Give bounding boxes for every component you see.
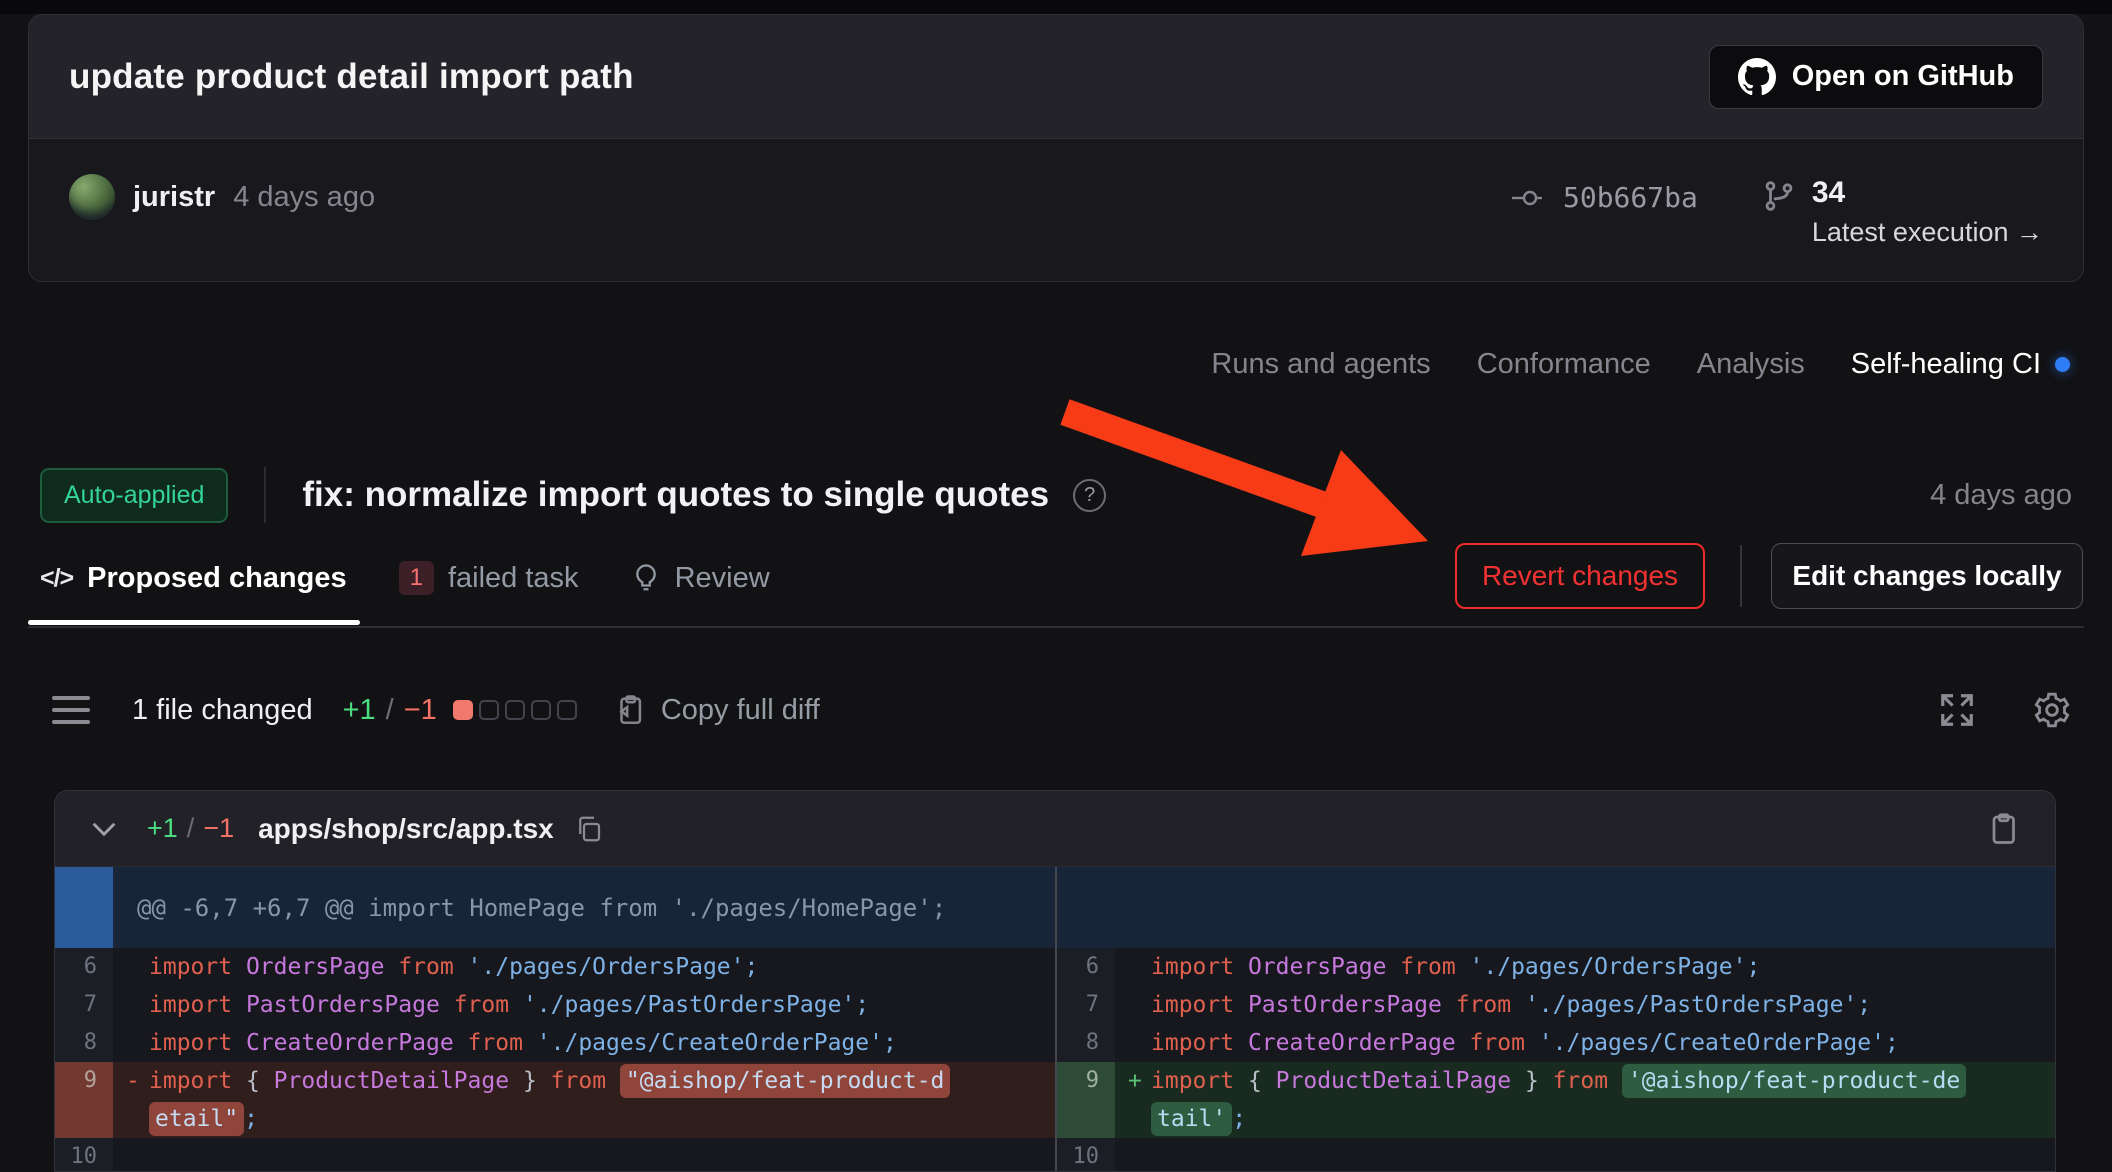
page-title: update product detail import path bbox=[69, 57, 634, 97]
divider bbox=[1740, 545, 1742, 607]
line-number: 9 bbox=[55, 1062, 113, 1138]
hunk-header-row bbox=[1057, 867, 2055, 948]
diff-panel-after: 6import OrdersPage from './pages/OrdersP… bbox=[1055, 867, 2055, 1172]
copy-path-icon[interactable] bbox=[574, 814, 604, 844]
clipboard-icon bbox=[613, 693, 647, 727]
nav-item-runs-and-agents[interactable]: Runs and agents bbox=[1211, 348, 1430, 381]
git-branch-icon bbox=[1762, 179, 1796, 213]
line-number: 8 bbox=[55, 1024, 113, 1062]
github-icon bbox=[1738, 58, 1776, 96]
nav-item-analysis[interactable]: Analysis bbox=[1697, 348, 1805, 381]
fix-time: 4 days ago bbox=[1930, 479, 2072, 512]
files-changed-label: 1 file changed bbox=[132, 694, 313, 727]
diff-line: 6import OrdersPage from './pages/OrdersP… bbox=[1057, 948, 2055, 986]
file-diff-header: +1 / −1 apps/shop/src/app.tsx bbox=[55, 791, 2055, 867]
commit-group[interactable]: 50b667ba bbox=[1511, 181, 1698, 214]
diff-toolbar: 1 file changed +1 / −1 Copy full diff bbox=[52, 686, 2072, 734]
fix-title: fix: normalize import quotes to single q… bbox=[302, 475, 1049, 515]
line-number: 8 bbox=[1057, 1024, 1115, 1062]
diff-line: 9-import { ProductDetailPage } from "@ai… bbox=[55, 1062, 1055, 1138]
line-number: 10 bbox=[55, 1138, 113, 1172]
header-meta-section: juristr 4 days ago 50b667ba 34 Latest ex… bbox=[29, 139, 2083, 248]
diff-stat-block bbox=[453, 700, 473, 720]
active-tab-underline bbox=[28, 620, 360, 625]
diff-line: 8import CreateOrderPage from './pages/Cr… bbox=[55, 1024, 1055, 1062]
auto-applied-badge: Auto-applied bbox=[40, 468, 228, 523]
diff-line: 10 bbox=[1057, 1138, 2055, 1172]
divider bbox=[264, 467, 266, 523]
diff-line: 9+import { ProductDetailPage } from '@ai… bbox=[1057, 1062, 2055, 1138]
failed-count-badge: 1 bbox=[399, 561, 434, 595]
copy-file-diff-icon[interactable] bbox=[1985, 811, 2021, 847]
tab-proposed-changes[interactable]: </> Proposed changes bbox=[40, 562, 347, 595]
diff-line: 6import OrdersPage from './pages/OrdersP… bbox=[55, 948, 1055, 986]
line-number: 7 bbox=[1057, 986, 1115, 1024]
hunk-header-row: @@ -6,7 +6,7 @@ import HomePage from './… bbox=[55, 867, 1055, 948]
fix-row: Auto-applied fix: normalize import quote… bbox=[40, 464, 2072, 526]
line-number: 7 bbox=[55, 986, 113, 1024]
diff-stat-block bbox=[505, 700, 525, 720]
diff-stat-block bbox=[531, 700, 551, 720]
diff-line: 7import PastOrdersPage from './pages/Pas… bbox=[55, 986, 1055, 1024]
diff-stat-blocks bbox=[453, 700, 577, 720]
execution-count: 34 bbox=[1812, 173, 2043, 213]
line-number: 6 bbox=[55, 948, 113, 986]
nav-item-self-healing-ci[interactable]: Self-healing CI bbox=[1851, 348, 2070, 381]
diff-stats: +1 / −1 bbox=[343, 694, 437, 727]
expand-icon[interactable] bbox=[1938, 691, 1976, 729]
diff-line: 7import PastOrdersPage from './pages/Pas… bbox=[1057, 986, 2055, 1024]
tab-failed-task[interactable]: 1 failed task bbox=[399, 561, 579, 595]
commit-header-card: update product detail import path Open o… bbox=[28, 14, 2084, 282]
line-number: 6 bbox=[1057, 948, 1115, 986]
author-name: juristr bbox=[133, 181, 215, 214]
line-number: 9 bbox=[1057, 1062, 1115, 1138]
latest-execution-link[interactable]: Latest execution → bbox=[1812, 217, 2043, 248]
diff-panel-before: @@ -6,7 +6,7 @@ import HomePage from './… bbox=[55, 867, 1055, 1172]
line-number: 10 bbox=[1057, 1138, 1115, 1172]
avatar[interactable] bbox=[69, 174, 115, 220]
file-path: apps/shop/src/app.tsx bbox=[258, 813, 554, 845]
authored-time: 4 days ago bbox=[233, 181, 375, 214]
execution-group: 34 Latest execution → bbox=[1762, 173, 2043, 248]
chevron-down-icon[interactable] bbox=[91, 821, 117, 837]
git-commit-icon bbox=[1511, 187, 1551, 209]
copy-full-diff-button[interactable]: Copy full diff bbox=[613, 693, 820, 727]
author-group: juristr 4 days ago bbox=[69, 173, 375, 221]
diff-stat-block bbox=[557, 700, 577, 720]
nav-item-conformance[interactable]: Conformance bbox=[1477, 348, 1651, 381]
github-button-label: Open on GitHub bbox=[1792, 60, 2014, 93]
file-diff-stats: +1 / −1 bbox=[147, 813, 234, 844]
toolbar-right-icons bbox=[1938, 690, 2072, 730]
revert-changes-button[interactable]: Revert changes bbox=[1455, 543, 1705, 609]
diff-line: 10 bbox=[55, 1138, 1055, 1172]
tabs-row: </> Proposed changes 1 failed task Revie… bbox=[40, 548, 770, 608]
header-top-section: update product detail import path Open o… bbox=[29, 15, 2083, 139]
diff-line: 8import CreateOrderPage from './pages/Cr… bbox=[1057, 1024, 2055, 1062]
gear-icon[interactable] bbox=[2032, 690, 2072, 730]
code-icon: </> bbox=[40, 564, 73, 593]
lightbulb-icon bbox=[631, 563, 661, 593]
top-nav: Runs and agents Conformance Analysis Sel… bbox=[1211, 348, 2070, 381]
help-icon[interactable]: ? bbox=[1073, 479, 1106, 512]
tabs-bottom-border bbox=[28, 626, 2084, 628]
diff-body: @@ -6,7 +6,7 @@ import HomePage from './… bbox=[55, 867, 2055, 1172]
commit-hash: 50b667ba bbox=[1563, 181, 1698, 214]
active-nav-dot bbox=[2055, 357, 2070, 372]
tab-review[interactable]: Review bbox=[631, 562, 770, 595]
arrow-right-icon: → bbox=[2016, 217, 2043, 247]
file-list-menu-icon[interactable] bbox=[52, 696, 90, 724]
top-strip bbox=[0, 0, 2112, 14]
diff-stat-block bbox=[479, 700, 499, 720]
open-on-github-button[interactable]: Open on GitHub bbox=[1709, 45, 2043, 109]
file-diff-card: +1 / −1 apps/shop/src/app.tsx @@ -6,7 +6… bbox=[54, 790, 2056, 1172]
edit-changes-locally-button[interactable]: Edit changes locally bbox=[1771, 543, 2083, 609]
meta-group: 50b667ba 34 Latest execution → bbox=[1511, 173, 2043, 248]
